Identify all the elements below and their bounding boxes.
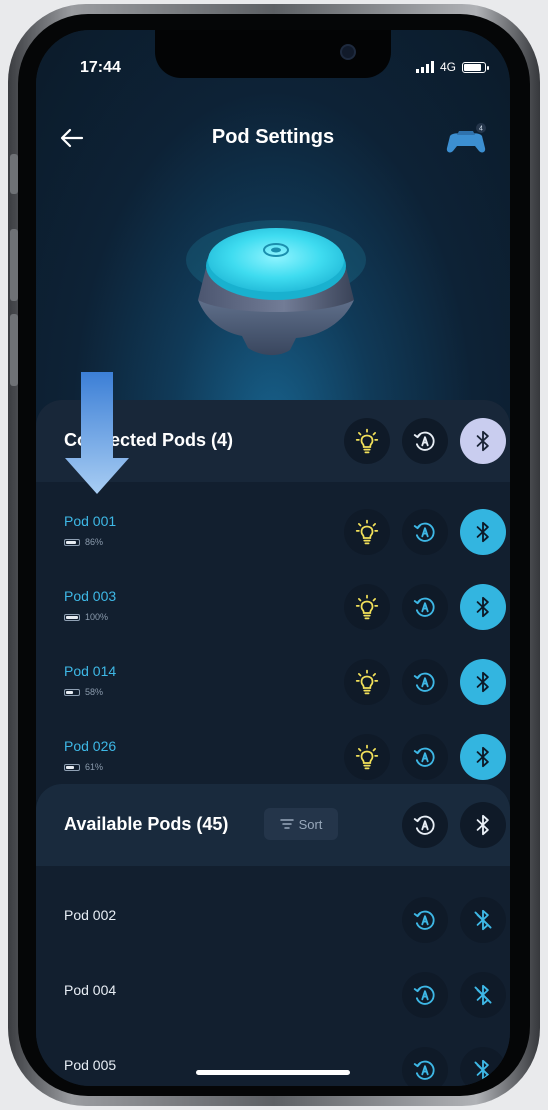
auto-connect-available-button[interactable]: [402, 802, 448, 848]
connected-pod-row[interactable]: Pod 014 58%: [36, 645, 510, 720]
auto-rotate-icon: [412, 1057, 438, 1083]
pod-battery: 86%: [64, 537, 103, 547]
auto-connect-pod-button[interactable]: [402, 972, 448, 1018]
auto-connect-all-button[interactable]: [402, 418, 448, 464]
down-arrow-annotation-icon: [65, 372, 129, 494]
auto-connect-pod-button[interactable]: [402, 659, 448, 705]
battery-percent: 61%: [85, 762, 104, 772]
battery-icon: [462, 61, 489, 73]
connect-all-button[interactable]: [460, 802, 506, 848]
auto-connect-pod-button[interactable]: [402, 734, 448, 780]
pod-name[interactable]: Pod 001: [64, 513, 116, 529]
battery-icon: [64, 688, 80, 696]
pod-name[interactable]: Pod 005: [64, 1057, 116, 1073]
bluetooth-toggle-button[interactable]: [460, 734, 506, 780]
gamepad-icon[interactable]: 4: [444, 122, 488, 158]
bluetooth-icon: [470, 669, 496, 695]
auto-connect-pod-button[interactable]: [402, 509, 448, 555]
network-label: 4G: [439, 60, 456, 74]
front-camera: [340, 44, 356, 60]
auto-rotate-icon: [412, 744, 438, 770]
battery-percent: 100%: [85, 612, 109, 622]
bluetooth-disabled-icon: [470, 1057, 496, 1083]
auto-rotate-icon: [412, 594, 438, 620]
connected-pod-row[interactable]: Pod 003 100%: [36, 570, 510, 645]
battery-percent: 86%: [85, 537, 104, 547]
connect-pod-button[interactable]: [460, 897, 506, 943]
identify-pod-button[interactable]: [344, 509, 390, 555]
bluetooth-icon: [470, 428, 496, 454]
identify-all-button[interactable]: [344, 418, 390, 464]
available-pod-row[interactable]: Pod 002: [36, 879, 510, 954]
available-pods-header: Available Pods (45) Sort: [36, 784, 510, 866]
bluetooth-toggle-button[interactable]: [460, 659, 506, 705]
pod-battery: 100%: [64, 612, 108, 622]
mute-switch: [10, 154, 18, 194]
lightbulb-icon: [354, 519, 380, 545]
pod-device-illustration: [186, 220, 366, 356]
home-indicator[interactable]: [196, 1070, 350, 1075]
auto-connect-pod-button[interactable]: [402, 897, 448, 943]
auto-rotate-icon: [412, 428, 438, 454]
bluetooth-icon: [470, 594, 496, 620]
volume-down-button: [10, 314, 18, 386]
lightbulb-icon: [354, 744, 380, 770]
battery-icon: [64, 613, 80, 621]
battery-icon: [64, 763, 80, 771]
bluetooth-icon: [470, 519, 496, 545]
app-screen: 17:44 4G Pod Settings 4 Connected Pods (…: [36, 30, 510, 1086]
connect-pod-button[interactable]: [460, 972, 506, 1018]
lightbulb-icon: [354, 669, 380, 695]
sort-label: Sort: [298, 816, 323, 832]
pod-name[interactable]: Pod 004: [64, 982, 116, 998]
auto-connect-pod-button[interactable]: [402, 584, 448, 630]
pod-name[interactable]: Pod 003: [64, 588, 116, 604]
bluetooth-disabled-icon: [470, 907, 496, 933]
connect-pod-button[interactable]: [460, 1047, 506, 1086]
pod-name[interactable]: Pod 002: [64, 907, 116, 923]
status-time: 17:44: [80, 59, 121, 76]
available-pod-row[interactable]: Pod 004: [36, 954, 510, 1029]
lightbulb-icon: [354, 428, 380, 454]
auto-connect-pod-button[interactable]: [402, 1047, 448, 1086]
filter-icon: [279, 819, 294, 829]
bluetooth-disabled-icon: [470, 982, 496, 1008]
identify-pod-button[interactable]: [344, 659, 390, 705]
battery-percent: 58%: [85, 687, 104, 697]
bluetooth-icon: [470, 744, 496, 770]
lightbulb-icon: [354, 594, 380, 620]
available-pods-title: Available Pods (45): [64, 814, 229, 834]
pod-battery: 58%: [64, 687, 103, 697]
bluetooth-icon: [470, 812, 496, 838]
identify-pod-button[interactable]: [344, 584, 390, 630]
identify-pod-button[interactable]: [344, 734, 390, 780]
status-indicators: 4G: [415, 60, 489, 74]
auto-rotate-icon: [412, 907, 438, 933]
svg-text:4: 4: [479, 126, 483, 133]
volume-up-button: [10, 229, 18, 301]
auto-rotate-icon: [412, 812, 438, 838]
available-pod-row[interactable]: Pod 005: [36, 1029, 510, 1086]
signal-icon: [415, 61, 434, 73]
battery-icon: [64, 538, 80, 546]
disconnect-all-button[interactable]: [460, 418, 506, 464]
auto-rotate-icon: [412, 982, 438, 1008]
available-pods-section: Available Pods (45) Sort Pod 002 Pod 004…: [36, 784, 510, 1086]
bluetooth-toggle-button[interactable]: [460, 509, 506, 555]
bluetooth-toggle-button[interactable]: [460, 584, 506, 630]
auto-rotate-icon: [412, 669, 438, 695]
pod-battery: 61%: [64, 762, 103, 772]
auto-rotate-icon: [412, 519, 438, 545]
connected-pod-row[interactable]: Pod 001 86%: [36, 495, 510, 570]
pod-name[interactable]: Pod 014: [64, 663, 116, 679]
pod-name[interactable]: Pod 026: [64, 738, 116, 754]
page-title: Pod Settings: [211, 126, 335, 148]
sort-button[interactable]: Sort: [264, 808, 338, 840]
